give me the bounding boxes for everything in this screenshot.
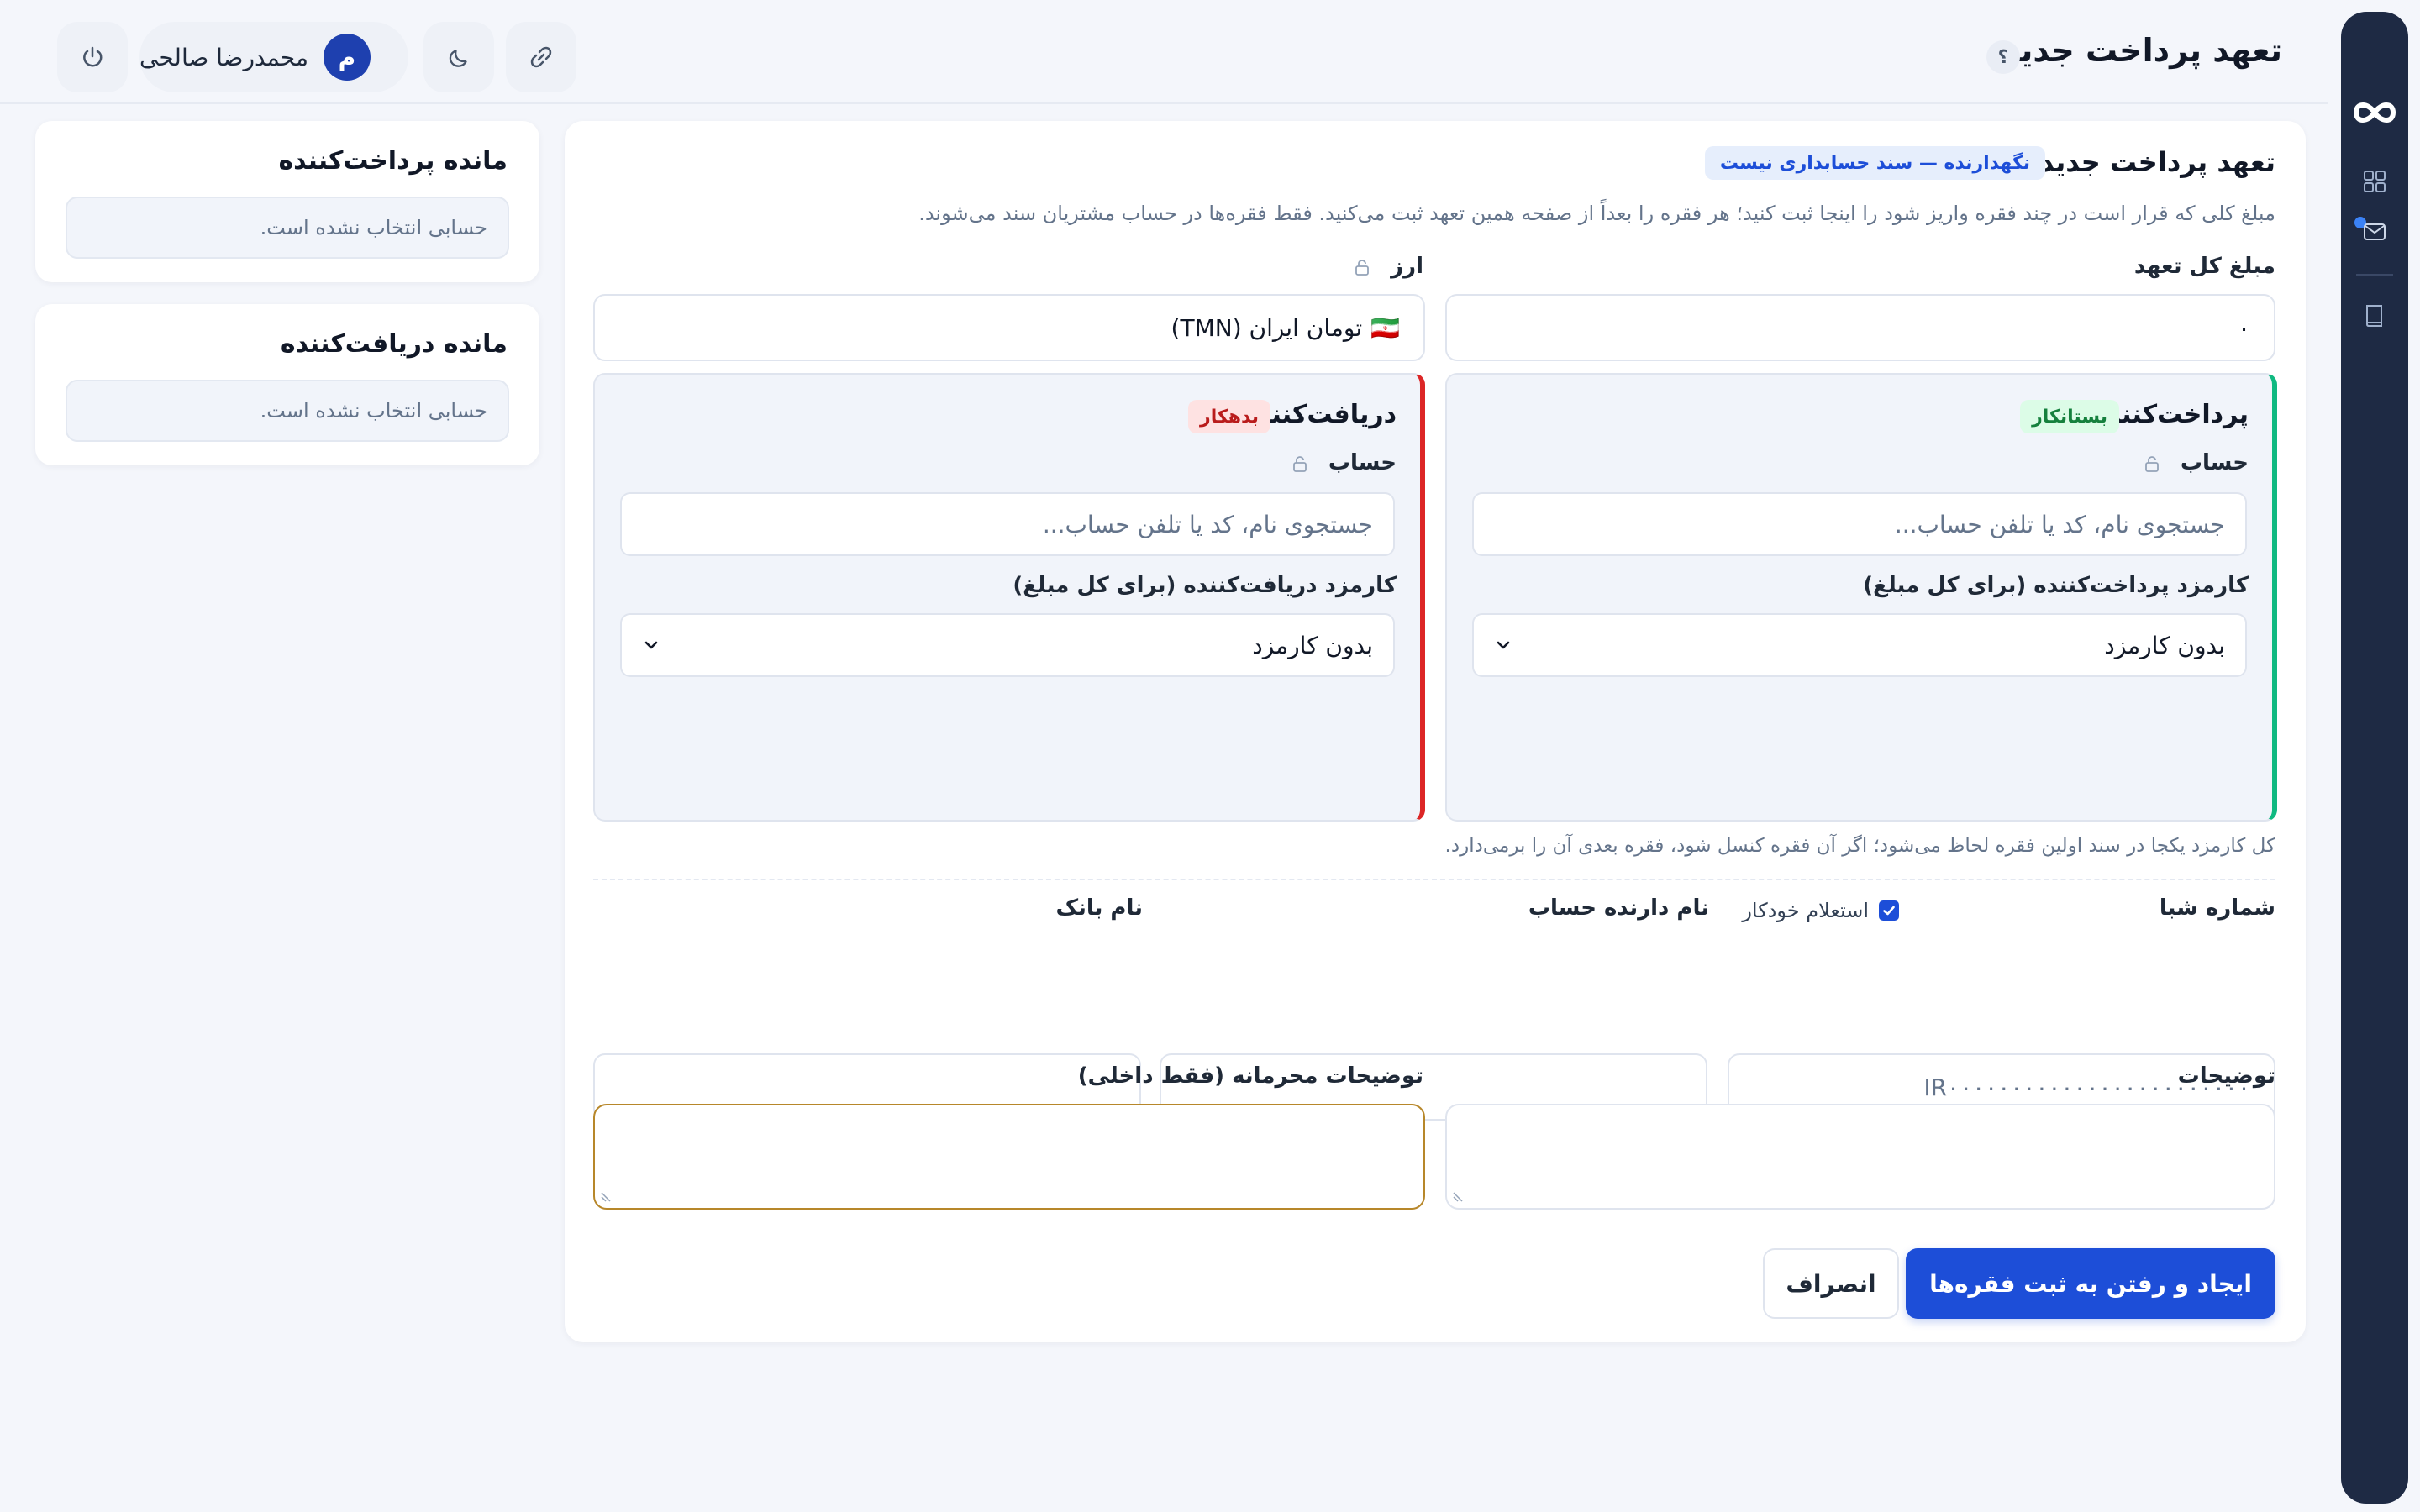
payee-fee-select[interactable]: بدون کارمزد: [620, 613, 1395, 677]
debtor-badge: بدهکار: [1188, 400, 1270, 433]
payer-fee-label: کارمزد پرداخت‌کننده (برای کل مبلغ): [1863, 573, 2249, 598]
chevron-down-icon: [644, 641, 658, 649]
payee-account-search[interactable]: جستجوی نام، کد یا تلفن حساب...: [620, 492, 1395, 556]
user-name: محمدرضا صالحی: [139, 43, 308, 71]
create-and-continue-button[interactable]: ایجاد و رفتن به ثبت فقره‌ها: [1906, 1248, 2275, 1319]
infinity-logo-icon[interactable]: [2349, 87, 2400, 138]
lock-icon: [1292, 455, 1307, 472]
resize-grip-icon[interactable]: [1452, 1189, 1465, 1203]
book-icon[interactable]: [2361, 302, 2388, 329]
payee-fee-value: بدون کارمزد: [1252, 631, 1373, 659]
creditor-badge: بستانکار: [2020, 400, 2119, 433]
moon-icon: [449, 50, 467, 67]
link-button[interactable]: [506, 22, 576, 92]
amount-input[interactable]: ۰: [1445, 294, 2275, 361]
grid-icon[interactable]: [2361, 168, 2388, 195]
form-title: تعهد پرداخت جدید: [2039, 146, 2275, 178]
payer-account-label: حساب: [2143, 450, 2249, 475]
auto-inquiry-label: استعلام خودکار: [1742, 899, 1869, 922]
payer-panel: پرداخت‌کننده بستانکار حساب جستجوی نام، ک…: [1445, 373, 2277, 822]
notes-label: توضیحات: [2177, 1063, 2275, 1089]
custodian-badge: نگهدارنده — سند حسابداری نیست: [1704, 146, 2045, 180]
iban-label: شماره شبا: [2159, 895, 2275, 921]
amount-label: مبلغ کل تعهد: [2133, 254, 2275, 279]
envelope-icon[interactable]: [2361, 218, 2388, 245]
iran-flag-icon: 🇮🇷: [1370, 313, 1400, 342]
payer-fee-value: بدون کارمزد: [2104, 631, 2225, 659]
payee-fee-label: کارمزد دریافت‌کننده (برای کل مبلغ): [1013, 573, 1397, 598]
currency-label-text: ارز: [1391, 254, 1423, 279]
logout-button[interactable]: [57, 22, 128, 92]
cancel-button[interactable]: انصراف: [1763, 1248, 1899, 1319]
page-title: تعهد پرداخت جدید: [2002, 32, 2282, 69]
top-bar: تعهد پرداخت جدید ؟ م محمدرضا صالحی: [0, 0, 2328, 104]
payee-account-label: حساب: [1291, 450, 1397, 475]
currency-label: ارز: [1353, 254, 1423, 279]
link-icon: [530, 46, 552, 68]
payer-balance-empty: حسابی انتخاب نشده است.: [66, 197, 509, 259]
bank-label: نام بانک: [1055, 895, 1143, 921]
payee-balance-empty: حسابی انتخاب نشده است.: [66, 380, 509, 442]
payer-fee-select[interactable]: بدون کارمزد: [1472, 613, 2247, 677]
help-icon[interactable]: ؟: [1986, 40, 2020, 74]
private-notes-textarea[interactable]: [593, 1104, 1425, 1210]
checkmark-icon[interactable]: [1879, 900, 1899, 921]
lock-icon: [2144, 455, 2159, 472]
holder-label: نام دارنده حساب: [1528, 895, 1709, 921]
payee-account-label-text: حساب: [1328, 450, 1397, 475]
user-menu[interactable]: م محمدرضا صالحی: [139, 22, 408, 92]
resize-grip-icon[interactable]: [600, 1189, 613, 1203]
section-divider: [593, 879, 2275, 880]
payer-balance-title: مانده پرداخت‌کننده: [278, 146, 508, 176]
currency-select[interactable]: 🇮🇷 تومان ایران (TMN): [593, 294, 1425, 361]
form-description: مبلغ کلی که قرار است در چند فقره واریز ش…: [918, 202, 2275, 225]
private-notes-label: توضیحات محرمانه (فقط داخلی): [1077, 1063, 1423, 1089]
auto-inquiry-toggle[interactable]: استعلام خودکار: [1742, 899, 1899, 922]
currency-value: تومان ایران (TMN): [1171, 313, 1363, 342]
payer-balance-card: مانده پرداخت‌کننده حسابی انتخاب نشده است…: [35, 121, 539, 282]
rail-divider: [2356, 274, 2393, 276]
payer-account-label-text: حساب: [2180, 450, 2249, 475]
theme-toggle-button[interactable]: [424, 22, 494, 92]
power-icon: [83, 46, 103, 67]
payee-panel: دریافت‌کننده بدهکار حساب جستجوی نام، کد …: [593, 373, 1425, 822]
fee-note: کل کارمزد یکجا در سند اولین فقره لحاظ می…: [1444, 835, 2275, 857]
payee-balance-card: مانده دریافت‌کننده حسابی انتخاب نشده است…: [35, 304, 539, 465]
commitment-form-card: تعهد پرداخت جدید نگهدارنده — سند حسابدار…: [565, 121, 2306, 1342]
lock-icon: [1355, 259, 1369, 276]
chevron-down-icon: [1497, 641, 1510, 649]
avatar: م: [323, 34, 371, 81]
payee-balance-title: مانده دریافت‌کننده: [280, 329, 508, 359]
sidebar-rail: [2341, 12, 2408, 1504]
notes-textarea[interactable]: [1445, 1104, 2275, 1210]
payer-account-search[interactable]: جستجوی نام، کد یا تلفن حساب...: [1472, 492, 2247, 556]
